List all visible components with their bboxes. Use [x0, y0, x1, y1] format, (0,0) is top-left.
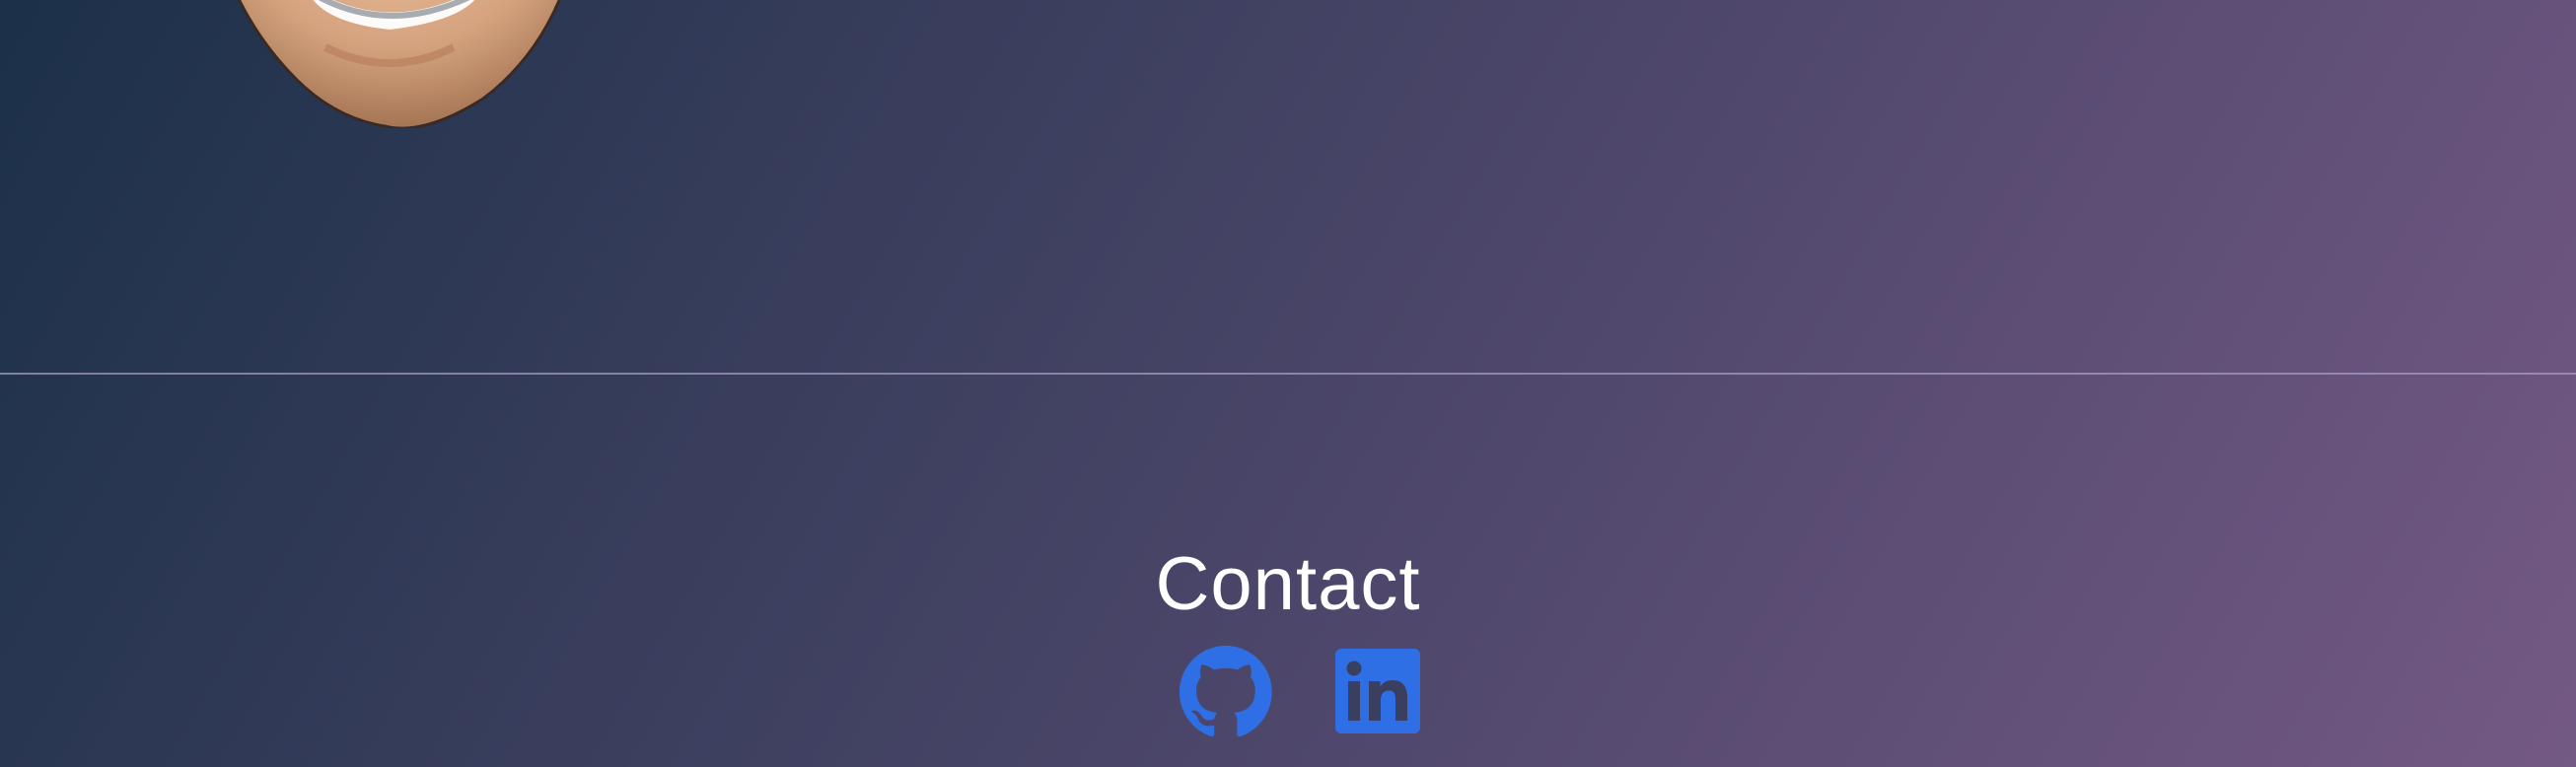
section-divider	[0, 373, 2576, 375]
social-links	[0, 645, 2576, 737]
github-link[interactable]	[1180, 645, 1272, 737]
contact-title: Contact	[1155, 542, 1421, 626]
contact-section: Contact	[0, 540, 2576, 629]
github-icon	[1180, 645, 1272, 737]
linkedin-icon	[1335, 649, 1420, 733]
linkedin-link[interactable]	[1335, 649, 1420, 733]
avatar	[187, 0, 602, 128]
